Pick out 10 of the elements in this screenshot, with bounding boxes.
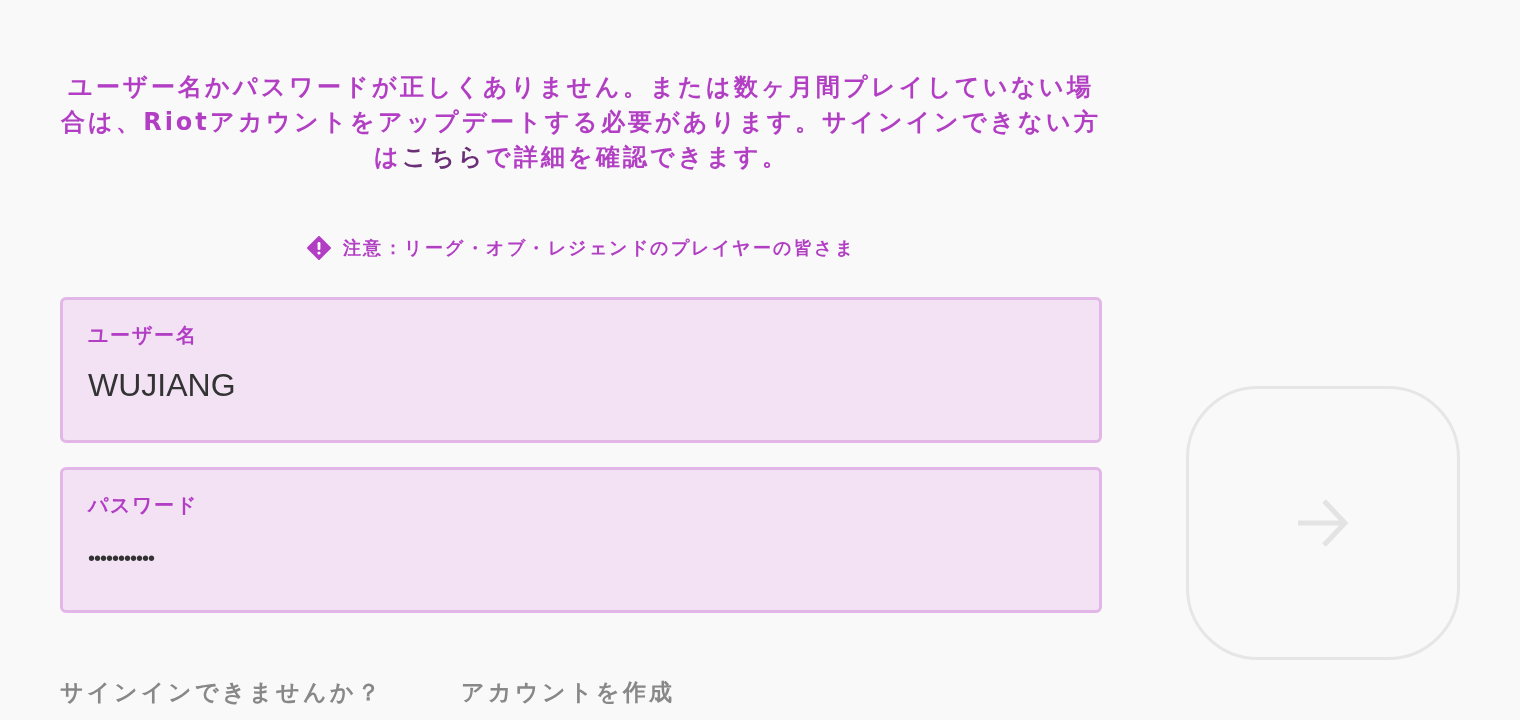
- field-label: パスワード: [88, 492, 198, 519]
- field-value: WUJIANG: [88, 366, 236, 405]
- field-label: ユーザー名: [88, 322, 198, 349]
- username-field[interactable]: ユーザー名 WUJIANG: [60, 297, 1102, 443]
- password-field[interactable]: パスワード •••••••••••: [60, 467, 1102, 613]
- field-value: •••••••••••: [88, 546, 155, 571]
- error-message: ユーザー名かパスワードが正しくありません。または数ヶ月間プレイしていない場合は、Riotアカウントをアップデートする必要があります。サインインできない方は こちら で詳細を確認できます。: [60, 72, 1102, 173]
- help-link[interactable]: こちら: [401, 143, 486, 171]
- notice-link[interactable]: 注意：リーグ・オブ・レジェンドのプレイヤーの皆さま: [342, 236, 856, 260]
- warning-icon: [306, 236, 331, 260]
